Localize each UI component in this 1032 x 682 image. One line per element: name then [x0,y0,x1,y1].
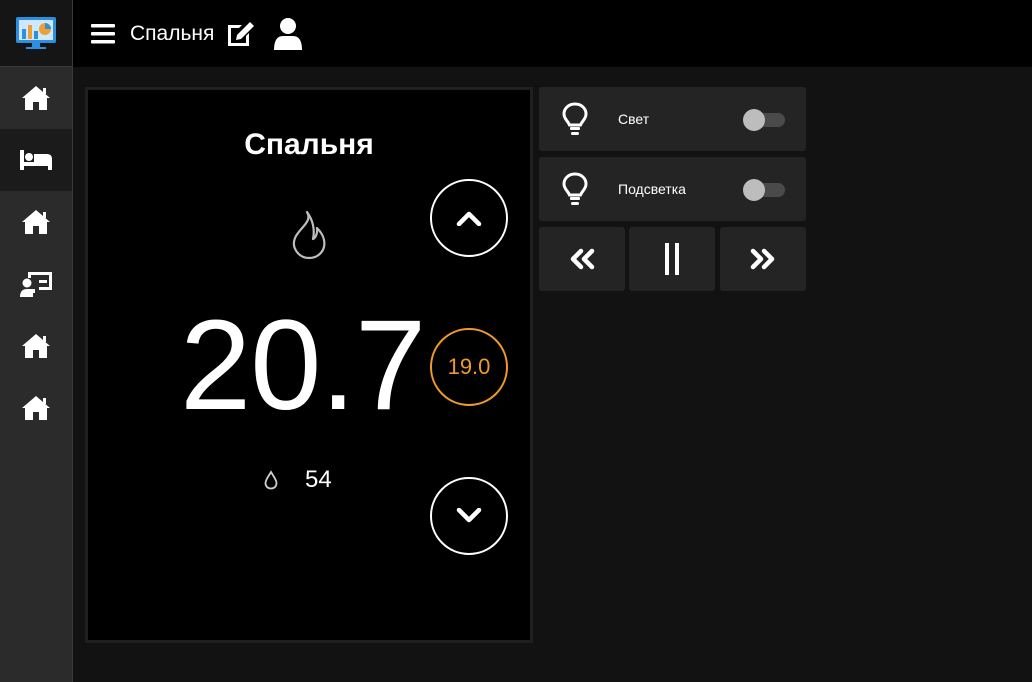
sidebar-item-home-3[interactable] [0,315,72,377]
switch-label: Подсветка [618,181,686,197]
pause-icon [665,243,679,275]
chevron-up-icon [456,211,482,226]
switch-label: Свет [618,111,650,127]
sidebar-item-home-4[interactable] [0,377,72,439]
app-root: Спальня Спальня 20.7 19.0 54 Свет Подсве… [0,0,1032,682]
switch-tile-light[interactable]: Свет [539,87,806,151]
current-temperature: 20.7 [180,294,426,437]
toggle-knob [743,179,765,201]
water-drop-icon [264,470,278,490]
toggle-knob [743,109,765,131]
edit-icon [228,21,255,46]
sidebar-item-home-2[interactable] [0,191,72,253]
media-pause-button[interactable] [629,227,715,291]
fast-forward-icon [750,248,775,270]
sidebar-logo[interactable] [0,0,72,67]
home-icon [22,334,50,358]
temperature-up-button[interactable] [430,179,508,257]
flame-icon [292,210,326,260]
humidity-value: 54 [305,466,332,493]
edit-button[interactable] [226,19,258,49]
lightbulb-icon [562,102,588,135]
sidebar [0,0,73,682]
sidebar-item-bedroom[interactable] [0,129,72,191]
sidebar-item-home-1[interactable] [0,67,72,129]
lightbulb-icon [562,172,588,205]
home-icon [22,86,50,110]
switch-tile-backlight[interactable]: Подсветка [539,157,806,221]
chevron-down-icon [456,508,482,523]
thermostat-title: Спальня [244,128,374,161]
setpoint-badge: 19.0 [430,328,508,406]
hamburger-icon [91,23,115,43]
light-toggle[interactable] [743,109,787,131]
user-icon [274,17,303,50]
media-previous-button[interactable] [539,227,625,291]
home-icon [22,396,50,420]
presentation-user-icon [20,272,52,297]
rewind-icon [570,248,595,270]
dashboard-monitor-icon [16,17,56,49]
temperature-down-button[interactable] [430,477,508,555]
setpoint-value: 19.0 [447,354,491,379]
page-title: Спальня [130,21,215,45]
menu-button[interactable] [91,23,117,45]
top-header: Спальня [73,0,1032,67]
user-button[interactable] [273,17,305,51]
home-icon [22,210,50,234]
backlight-toggle[interactable] [743,179,787,201]
thermostat-card: Спальня 20.7 19.0 54 [85,87,533,643]
media-next-button[interactable] [720,227,806,291]
sidebar-item-presentation[interactable] [0,253,72,315]
bed-icon [20,150,52,170]
